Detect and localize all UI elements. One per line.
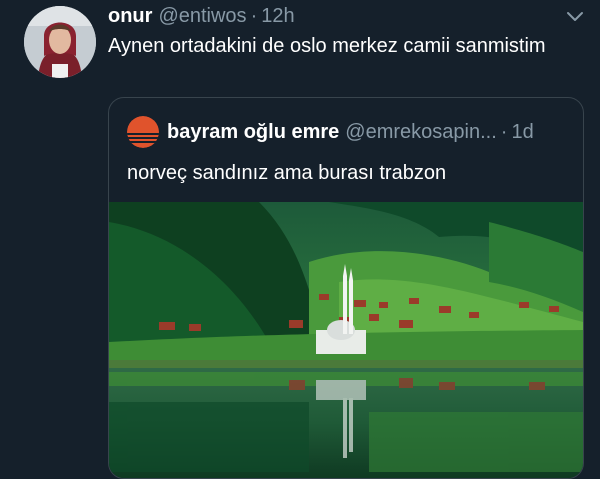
avatar[interactable] bbox=[24, 6, 96, 78]
quoted-avatar[interactable] bbox=[127, 116, 159, 148]
tweet-text: Aynen ortadakini de oslo merkez camii sa… bbox=[108, 35, 546, 57]
sunset-logo-icon bbox=[127, 116, 159, 148]
quoted-timestamp[interactable]: 1d bbox=[511, 120, 533, 144]
author-handle[interactable]: @entiwos bbox=[158, 4, 246, 28]
tweet[interactable]: onur @entiwos · 12h Aynen ortadakini de … bbox=[0, 0, 600, 479]
quoted-tweet[interactable]: bayram oğlu emre @emrekosapin... · 1d no… bbox=[108, 97, 584, 479]
quoted-author-name[interactable]: bayram oğlu emre bbox=[167, 120, 339, 144]
quoted-separator-dot: · bbox=[500, 121, 508, 143]
timestamp[interactable]: 12h bbox=[261, 4, 294, 28]
separator-dot: · bbox=[250, 5, 258, 27]
tweet-photo[interactable] bbox=[109, 202, 583, 478]
chevron-down-icon[interactable] bbox=[564, 6, 586, 28]
profile-photo bbox=[24, 6, 96, 78]
quoted-header: bayram oğlu emre @emrekosapin... · 1d bbox=[167, 120, 534, 144]
quoted-author-handle[interactable]: @emrekosapin... bbox=[345, 120, 496, 144]
quoted-tweet-text: norveç sandınız ama burası trabzon bbox=[127, 162, 447, 184]
author-name[interactable]: onur bbox=[108, 4, 152, 28]
tweet-header: onur @entiwos · 12h bbox=[108, 4, 295, 28]
